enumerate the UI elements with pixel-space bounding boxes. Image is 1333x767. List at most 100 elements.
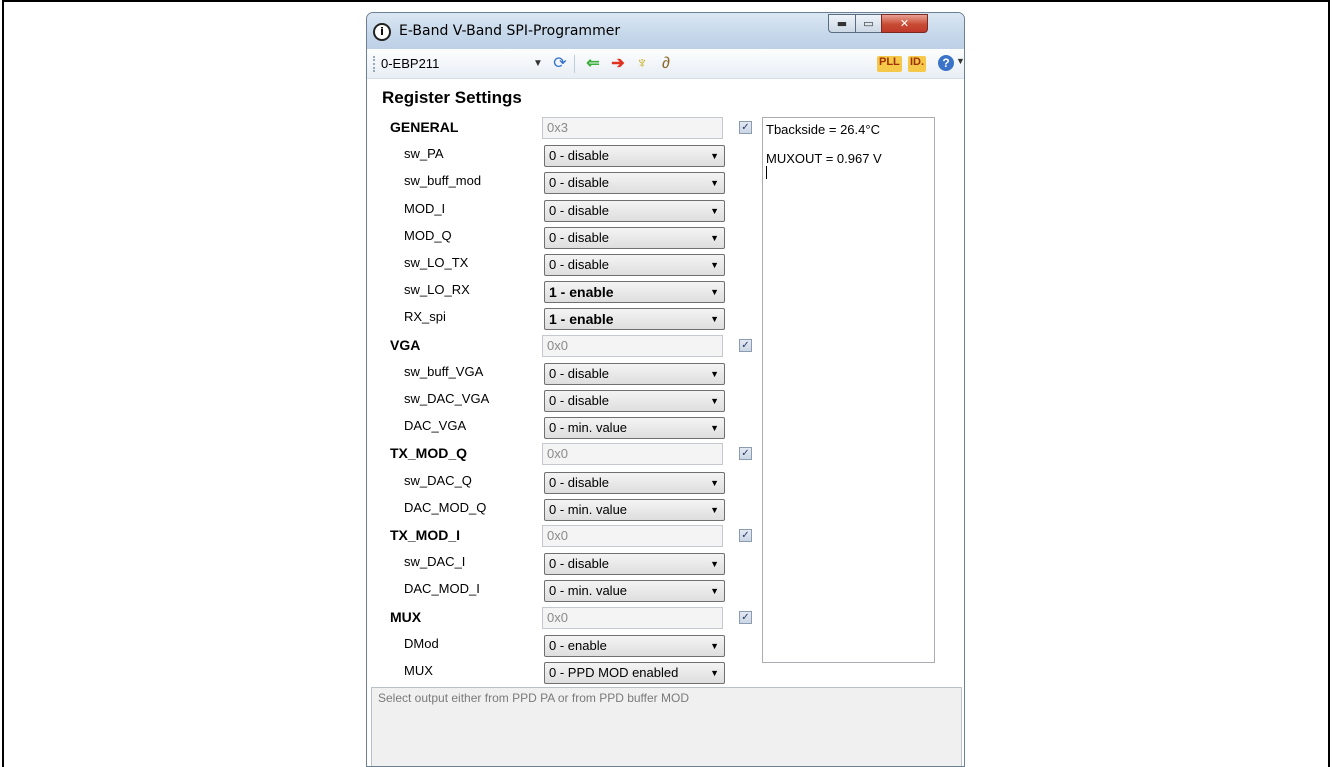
field-value-select[interactable]: 0 - disable ▼	[544, 226, 725, 249]
chevron-down-icon: ▼	[710, 640, 719, 651]
field-value-select[interactable]: 0 - PPD MOD enabled ▼	[544, 662, 725, 684]
select-value: 0 - disable	[549, 556, 609, 572]
chevron-down-icon: ▼	[710, 151, 719, 162]
field-value-select[interactable]: 0 - disable ▼	[544, 362, 725, 385]
field-label: sw_DAC_Q	[404, 472, 472, 488]
field-label: DAC_VGA	[404, 418, 467, 434]
chevron-down-icon: ▼	[710, 396, 719, 406]
select-value: 0 - disable	[549, 257, 609, 272]
register-row: TX_MOD_Q 0x0 ✓	[367, 441, 767, 467]
field-label: MOD_Q	[404, 227, 452, 243]
toolbar-separator	[574, 55, 575, 73]
chevron-down-icon: ▼	[710, 504, 719, 515]
chevron-down-icon: ▼	[710, 586, 719, 597]
register-hex-input[interactable]: 0x0	[542, 606, 723, 629]
text-caret	[766, 166, 931, 182]
select-value: 0 - disable	[549, 148, 609, 164]
help-icon[interactable]: ?	[938, 55, 954, 71]
register-enable-checkbox[interactable]: ✓	[739, 529, 752, 542]
field-row: DAC_MOD_Q 0 - min. value ▼	[367, 496, 767, 522]
maximize-button[interactable]: ▭	[855, 14, 882, 33]
field-row: DAC_VGA 0 - min. value ▼	[367, 414, 767, 440]
field-row: RX_spi 1 - enable ▼	[367, 305, 767, 331]
field-row: sw_PA 0 - disable ▼	[367, 142, 767, 168]
lightbulb-icon[interactable]: ♆	[632, 54, 652, 74]
field-label: MUX	[404, 663, 433, 678]
write-arrow-right-icon[interactable]: ➔	[607, 54, 629, 74]
app-info-icon: i	[373, 23, 391, 41]
read-arrow-left-icon[interactable]: ⇐	[582, 54, 604, 74]
field-row: sw_DAC_VGA 0 - disable ▼	[367, 387, 767, 413]
field-row: MOD_I 0 - disable ▼	[367, 197, 767, 223]
field-value-select[interactable]: 0 - enable ▼	[544, 634, 725, 657]
field-row: DAC_MOD_I 0 - min. value ▼	[367, 577, 767, 603]
device-select[interactable]: 0-EBP211	[381, 54, 541, 74]
field-value-select[interactable]: 0 - disable ▼	[544, 553, 725, 576]
select-value: 0 - min. value	[549, 583, 628, 599]
field-value-select[interactable]: 0 - min. value ▼	[544, 417, 725, 440]
minimize-button[interactable]: ▬	[828, 14, 856, 33]
field-value-select[interactable]: 1 - enable ▼	[544, 281, 725, 304]
register-row: VGA 0x0 ✓	[367, 333, 767, 359]
register-enable-checkbox[interactable]: ✓	[739, 121, 752, 134]
register-name: GENERAL	[390, 119, 459, 135]
field-value-select[interactable]: 0 - disable ▼	[544, 199, 725, 222]
field-label: RX_spi	[404, 309, 446, 325]
register-hex-input[interactable]: 0x3	[542, 117, 723, 139]
register-name: TX_MOD_Q	[390, 445, 468, 462]
field-description: Select output either from PPD PA or from…	[371, 687, 962, 766]
register-hex-input[interactable]: 0x0	[542, 525, 723, 547]
field-value-select[interactable]: 0 - disable ▼	[544, 390, 725, 412]
chevron-down-icon: ▼	[710, 477, 719, 488]
register-row: MUX 0x0 ✓	[367, 605, 767, 631]
register-hex-input[interactable]: 0x0	[542, 334, 723, 357]
field-value-select[interactable]: 0 - disable ▼	[544, 254, 725, 276]
register-enable-checkbox[interactable]: ✓	[739, 338, 752, 352]
window-title: E-Band V-Band SPI-Programmer	[399, 23, 621, 39]
chevron-down-icon[interactable]: ▼	[533, 54, 543, 74]
chevron-down-icon: ▼	[710, 368, 719, 379]
select-value: 0 - enable	[549, 637, 607, 653]
toolbar-grip-icon[interactable]	[373, 56, 377, 72]
field-row: sw_DAC_Q 0 - disable ▼	[367, 469, 767, 495]
toolbar: 0-EBP211 ▼ ⟳ ⇐ ➔ ♆ ∂ PLL ID. ? ▼	[367, 50, 964, 79]
register-hex-input[interactable]: 0x0	[542, 443, 723, 466]
chevron-down-icon: ▼	[710, 205, 719, 216]
register-enable-checkbox[interactable]: ✓	[739, 447, 752, 461]
measure-icon[interactable]: ∂	[656, 54, 676, 74]
close-button[interactable]: ✕	[881, 14, 928, 33]
field-label: DAC_MOD_I	[404, 581, 480, 597]
field-label: DMod	[404, 635, 439, 651]
id-button[interactable]: ID.	[908, 56, 927, 72]
help-chevron-down-icon[interactable]: ▼	[956, 56, 964, 66]
register-enable-checkbox[interactable]: ✓	[739, 610, 752, 624]
muxout-readout: MUXOUT = 0.967 V	[766, 151, 882, 166]
field-value-select[interactable]: 0 - min. value ▼	[544, 580, 725, 603]
chevron-down-icon: ▼	[710, 668, 719, 678]
field-value-select[interactable]: 0 - min. value ▼	[544, 498, 725, 521]
output-textarea[interactable]: Tbackside = 26.4°C MUXOUT = 0.967 V	[762, 117, 935, 663]
field-label: sw_DAC_I	[404, 554, 466, 570]
select-value: 0 - disable	[549, 202, 609, 218]
field-label: sw_LO_TX	[404, 255, 469, 270]
register-name: TX_MOD_I	[390, 527, 461, 543]
field-value-select[interactable]: 0 - disable ▼	[544, 471, 725, 494]
select-value: 0 - min. value	[549, 420, 628, 436]
chevron-down-icon: ▼	[710, 178, 719, 189]
field-label: sw_DAC_VGA	[404, 391, 490, 406]
app-window: i E-Band V-Band SPI-Programmer ▬ ▭ ✕ 0-E…	[366, 12, 965, 767]
register-name: MUX	[390, 608, 422, 625]
field-value-select[interactable]: 0 - disable ▼	[544, 145, 725, 168]
field-value-select[interactable]: 0 - disable ▼	[544, 172, 725, 195]
select-value: 0 - disable	[549, 393, 609, 408]
field-label: sw_LO_RX	[404, 282, 470, 298]
field-value-select[interactable]: 1 - enable ▼	[544, 308, 725, 331]
pll-button[interactable]: PLL	[877, 56, 902, 72]
chevron-down-icon: ▼	[710, 287, 719, 298]
title-bar[interactable]: i E-Band V-Band SPI-Programmer ▬ ▭ ✕	[367, 13, 964, 49]
refresh-icon[interactable]: ⟳	[551, 54, 569, 74]
chevron-down-icon: ▼	[710, 559, 719, 570]
chevron-down-icon: ▼	[710, 423, 719, 434]
register-row: TX_MOD_I 0x0 ✓	[367, 523, 767, 549]
field-row: MUX 0 - PPD MOD enabled ▼	[367, 659, 767, 685]
